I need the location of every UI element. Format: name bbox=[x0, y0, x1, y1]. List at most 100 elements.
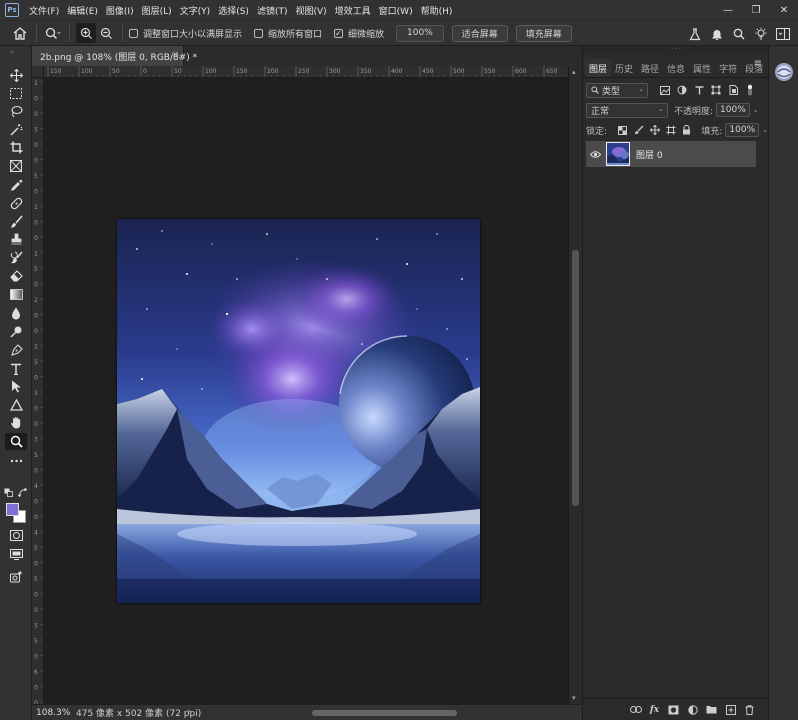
vertical-scrollbar[interactable]: ▴ ▾ bbox=[568, 66, 582, 704]
eraser-tool-icon[interactable] bbox=[5, 267, 27, 284]
adjustment-layer-icon[interactable] bbox=[683, 704, 702, 715]
scrubby-zoom-checkbox[interactable]: ✓ 细微缩放 bbox=[334, 27, 384, 40]
marquee-tool-icon[interactable] bbox=[5, 85, 27, 102]
document-tab[interactable]: 2b.png @ 108% (图层 0, RGB/8#) * × bbox=[32, 46, 197, 66]
type-tool-icon[interactable] bbox=[5, 360, 27, 377]
document-artwork[interactable] bbox=[117, 219, 480, 603]
new-group-folder-icon[interactable] bbox=[702, 705, 721, 714]
lock-position-icon[interactable] bbox=[648, 125, 662, 135]
toolbar-grip-icon[interactable]: » bbox=[10, 48, 14, 56]
zoom-percent-field[interactable]: 100% bbox=[396, 24, 444, 42]
brush-tool-icon[interactable] bbox=[5, 213, 27, 230]
zoom-level-readout[interactable]: 108.3% bbox=[36, 708, 74, 718]
opacity-field[interactable]: 100% bbox=[716, 103, 750, 117]
horizontal-ruler[interactable]: 150 100 50 0 50 100 150 200 250 300 350 400 450 500 55… bbox=[44, 66, 568, 78]
tab-info[interactable]: 信息 bbox=[663, 59, 689, 77]
default-colors-icon[interactable] bbox=[4, 488, 14, 498]
zoom-all-windows-checkbox[interactable]: 缩放所有窗口 bbox=[254, 27, 322, 40]
resize-windows-checkbox[interactable]: 调整窗口大小以满屏显示 bbox=[129, 27, 242, 40]
checkbox-box[interactable] bbox=[129, 28, 138, 38]
foreground-color-swatch[interactable] bbox=[6, 503, 19, 516]
hand-tool-icon[interactable] bbox=[5, 414, 27, 431]
scroll-down-icon[interactable]: ▾ bbox=[572, 694, 576, 702]
status-menu-arrow-icon[interactable]: › bbox=[187, 707, 191, 717]
zoom-in-icon[interactable] bbox=[76, 23, 96, 43]
menu-image[interactable]: 图像(I) bbox=[102, 4, 138, 17]
lock-image-pixels-icon[interactable] bbox=[632, 125, 646, 135]
flask-icon[interactable] bbox=[684, 24, 706, 44]
vertical-ruler[interactable]: 1 0 0 5 0 0 5 0 1 0 0 1 5 0 2 0 0 2 5 0 3 0 0 3 5 0 4 0 0 4 5 0 5 0 0 5 5 0 6 0… bbox=[32, 78, 44, 704]
tab-character[interactable]: 字符 bbox=[715, 59, 741, 77]
layer-visibility-eye-icon[interactable] bbox=[586, 150, 604, 158]
discover-lightbulb-icon[interactable] bbox=[750, 24, 772, 44]
filter-pixel-icon[interactable] bbox=[658, 83, 672, 97]
layer-effects-icon[interactable]: fx bbox=[645, 705, 664, 715]
tab-paths[interactable]: 路径 bbox=[637, 59, 663, 77]
filter-smart-object-icon[interactable] bbox=[726, 83, 740, 97]
checkbox-checked[interactable]: ✓ bbox=[334, 28, 344, 38]
menu-help[interactable]: 帮助(H) bbox=[417, 4, 457, 17]
eyedropper-tool-icon[interactable] bbox=[5, 177, 27, 194]
opacity-dropdown-icon[interactable]: ⌄ bbox=[753, 106, 759, 114]
link-layers-icon[interactable] bbox=[626, 706, 645, 713]
history-brush-tool-icon[interactable] bbox=[5, 249, 27, 266]
menu-select[interactable]: 选择(S) bbox=[214, 4, 253, 17]
color-wheel-panel-icon[interactable] bbox=[773, 61, 795, 83]
blend-mode-select[interactable]: 正常 ⌄ bbox=[586, 102, 668, 118]
tab-history[interactable]: 历史 bbox=[611, 59, 637, 77]
screen-mode-icon[interactable] bbox=[5, 546, 27, 563]
tab-layers[interactable]: 图层 bbox=[585, 59, 612, 77]
notification-bell-icon[interactable] bbox=[706, 24, 728, 44]
shape-tool-icon[interactable] bbox=[5, 396, 27, 413]
menu-filter[interactable]: 滤镜(T) bbox=[253, 4, 292, 17]
new-layer-icon[interactable] bbox=[721, 704, 740, 715]
menu-edit[interactable]: 编辑(E) bbox=[63, 4, 102, 17]
search-icon[interactable] bbox=[728, 24, 750, 44]
swap-colors-icon[interactable] bbox=[17, 487, 28, 498]
edit-toolbar-icon[interactable] bbox=[5, 452, 27, 469]
menu-type[interactable]: 文字(Y) bbox=[176, 4, 215, 17]
strip-grip[interactable]: · · bbox=[769, 46, 798, 54]
dodge-tool-icon[interactable] bbox=[5, 323, 27, 340]
zoom-tool-icon[interactable] bbox=[5, 433, 27, 450]
home-icon[interactable] bbox=[10, 23, 30, 43]
fill-field[interactable]: 100% bbox=[725, 123, 760, 137]
lock-artboard-icon[interactable] bbox=[664, 125, 678, 135]
menu-layer[interactable]: 图层(L) bbox=[138, 4, 176, 17]
healing-brush-tool-icon[interactable] bbox=[5, 195, 27, 212]
frame-tool-icon[interactable] bbox=[5, 157, 27, 174]
workspace-icon[interactable] bbox=[772, 24, 794, 44]
layer-thumbnail[interactable] bbox=[606, 142, 630, 166]
magic-wand-tool-icon[interactable] bbox=[5, 121, 27, 138]
lock-all-icon[interactable] bbox=[679, 125, 693, 135]
pen-tool-icon[interactable] bbox=[5, 342, 27, 359]
zoom-out-icon[interactable] bbox=[96, 23, 116, 43]
move-tool-icon[interactable] bbox=[5, 67, 27, 84]
filter-kind-select[interactable]: 类型 ⌄ bbox=[586, 82, 648, 98]
panel-menu-icon[interactable]: ≡ bbox=[754, 58, 762, 69]
lock-transparent-pixels-icon[interactable] bbox=[616, 125, 630, 135]
vertical-scrollbar-thumb[interactable] bbox=[572, 250, 579, 506]
close-tab-icon[interactable]: × bbox=[171, 50, 179, 60]
filter-shape-icon[interactable] bbox=[709, 83, 723, 97]
tab-properties[interactable]: 属性 bbox=[689, 59, 715, 77]
filter-toggle-icon[interactable] bbox=[743, 83, 757, 97]
menu-window[interactable]: 窗口(W) bbox=[375, 4, 417, 17]
path-selection-tool-icon[interactable] bbox=[5, 378, 27, 395]
add-mask-icon[interactable] bbox=[664, 705, 683, 715]
zoom-tool-preset-icon[interactable] bbox=[43, 23, 63, 43]
menu-file[interactable]: 文件(F) bbox=[25, 4, 63, 17]
horizontal-scrollbar-thumb[interactable] bbox=[312, 710, 457, 716]
delete-layer-trash-icon[interactable] bbox=[740, 704, 759, 715]
filter-type-icon[interactable] bbox=[692, 83, 706, 97]
maximize-button[interactable]: ❐ bbox=[742, 0, 770, 20]
fill-screen-button[interactable]: 填充屏幕 bbox=[515, 24, 572, 42]
crop-tool-icon[interactable] bbox=[5, 139, 27, 156]
menu-view[interactable]: 视图(V) bbox=[291, 4, 330, 17]
scroll-up-icon[interactable]: ▴ bbox=[572, 68, 576, 76]
fit-screen-button[interactable]: 适合屏幕 bbox=[451, 24, 508, 42]
generative-fill-icon[interactable] bbox=[5, 568, 27, 585]
lasso-tool-icon[interactable] bbox=[5, 103, 27, 120]
canvas-area[interactable] bbox=[44, 78, 568, 704]
minimize-button[interactable]: — bbox=[714, 0, 742, 20]
